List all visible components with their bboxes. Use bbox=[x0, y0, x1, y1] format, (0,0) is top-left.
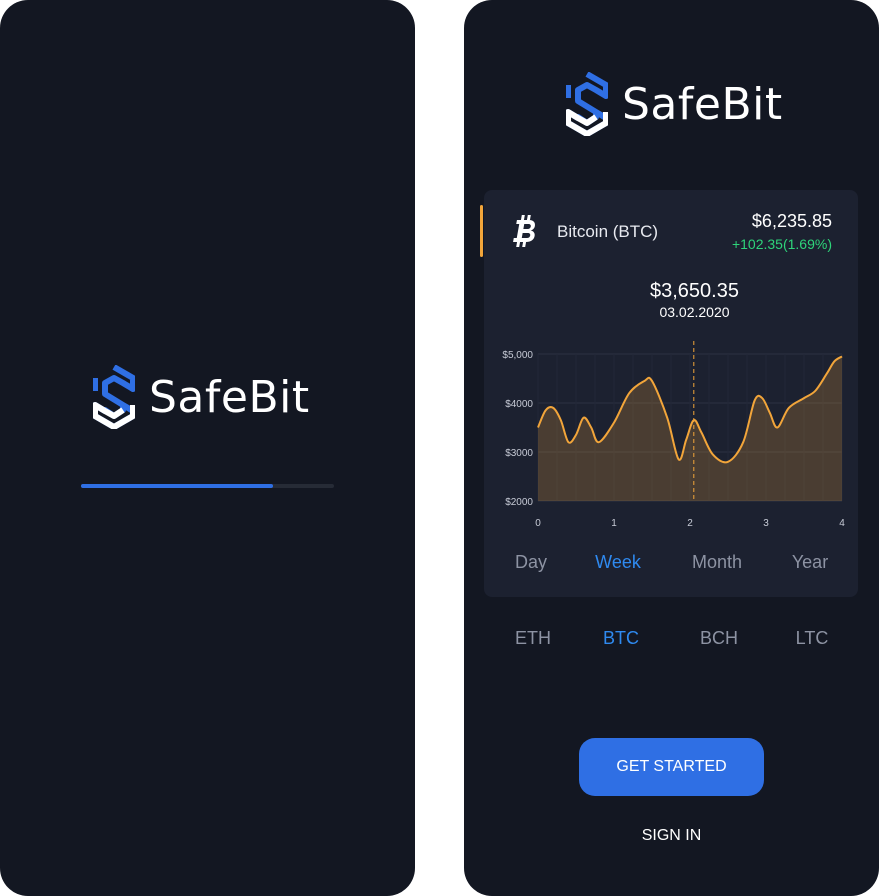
y-tick-label: $2000 bbox=[505, 497, 533, 508]
loading-progress-fill bbox=[81, 484, 274, 488]
splash-screen: SafeBit bbox=[0, 0, 415, 896]
home-logo: SafeBit bbox=[566, 72, 783, 136]
home-screen: SafeBit Bitcoin (BTC) $6,235.85 +102.35(… bbox=[464, 0, 879, 896]
x-tick-label: 2 bbox=[687, 518, 693, 529]
tooltip-price: $3,650.35 bbox=[650, 280, 739, 302]
period-tab-month[interactable]: Month bbox=[692, 552, 742, 573]
period-tab-day[interactable]: Day bbox=[515, 552, 547, 573]
y-tick-label: $5,000 bbox=[502, 350, 533, 361]
safebit-logo-icon bbox=[93, 365, 135, 429]
period-tab-year[interactable]: Year bbox=[792, 552, 828, 573]
x-tick-label: 0 bbox=[535, 518, 541, 529]
price-card: Bitcoin (BTC) $6,235.85 +102.35(1.69%) $… bbox=[480, 190, 858, 597]
price-chart[interactable]: $2000 $3000 $4000 $5,000 0 1 2 3 4 bbox=[484, 340, 858, 540]
get-started-button[interactable]: GET STARTED bbox=[579, 738, 764, 796]
safebit-logo-icon bbox=[566, 72, 608, 136]
coin-tabs: ETH BTC BCH LTC bbox=[464, 628, 879, 652]
coin-price: $6,235.85 bbox=[751, 211, 832, 231]
x-tick-label: 1 bbox=[611, 518, 617, 529]
x-tick-label: 3 bbox=[763, 518, 769, 529]
coin-tab-eth[interactable]: ETH bbox=[515, 628, 551, 649]
coin-tab-ltc[interactable]: LTC bbox=[796, 628, 829, 649]
period-tab-week[interactable]: Week bbox=[595, 552, 641, 573]
card-accent-bar bbox=[480, 205, 483, 257]
period-tabs: Day Week Month Year bbox=[484, 552, 858, 576]
loading-progress-bar bbox=[81, 484, 334, 488]
y-tick-label: $3000 bbox=[505, 448, 533, 459]
tooltip-date: 03.02.2020 bbox=[659, 304, 730, 320]
sign-in-link[interactable]: SIGN IN bbox=[464, 827, 879, 845]
coin-tab-btc[interactable]: BTC bbox=[603, 628, 639, 649]
x-tick-label: 4 bbox=[839, 518, 845, 529]
app-name: SafeBit bbox=[622, 78, 783, 130]
coin-name: Bitcoin (BTC) bbox=[557, 222, 659, 241]
coin-change: +102.35(1.69%) bbox=[731, 236, 832, 252]
splash-logo: SafeBit bbox=[93, 365, 310, 429]
app-name: SafeBit bbox=[149, 371, 310, 423]
bitcoin-icon bbox=[513, 215, 535, 247]
y-tick-label: $4000 bbox=[505, 399, 533, 410]
coin-tab-bch[interactable]: BCH bbox=[700, 628, 738, 649]
